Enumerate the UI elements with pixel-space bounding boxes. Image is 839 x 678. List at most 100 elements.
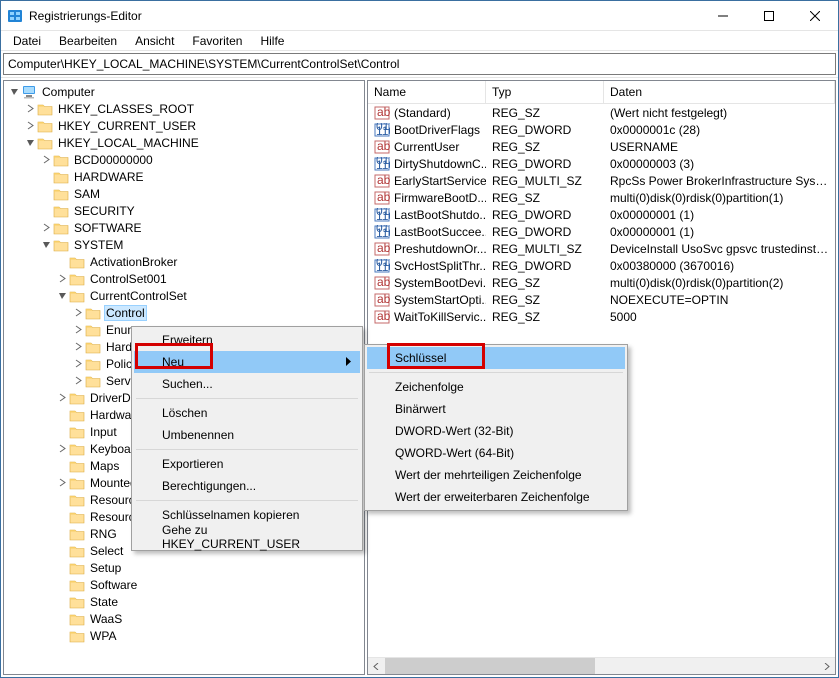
tree-item[interactable]: CurrentControlSet <box>4 287 364 304</box>
tree-item[interactable]: Software <box>4 576 364 593</box>
value-row[interactable]: 011110BootDriverFlagsREG_DWORD0x0000001c… <box>368 121 835 138</box>
ctx-new-key[interactable]: Schlüssel <box>367 347 625 369</box>
chevron-right-icon[interactable] <box>56 274 68 283</box>
scroll-thumb[interactable] <box>385 658 595 675</box>
chevron-right-icon[interactable] <box>56 444 68 453</box>
value-data: 0x00000001 (1) <box>604 208 835 222</box>
tree-item[interactable]: WaaS <box>4 610 364 627</box>
chevron-right-icon[interactable] <box>24 121 36 130</box>
menu-help[interactable]: Hilfe <box>252 32 292 50</box>
folder-icon <box>69 272 85 286</box>
ctx-new-qword[interactable]: QWORD-Wert (64-Bit) <box>367 442 625 464</box>
tree-item[interactable]: State <box>4 593 364 610</box>
col-header-type[interactable]: Typ <box>486 81 604 103</box>
value-row[interactable]: abSystemBootDevi...REG_SZmulti(0)disk(0)… <box>368 274 835 291</box>
chevron-right-icon[interactable] <box>40 155 52 164</box>
ctx-new[interactable]: Neu <box>134 351 360 373</box>
scroll-left-arrow[interactable] <box>368 658 385 675</box>
svg-text:110: 110 <box>376 260 390 273</box>
chevron-right-icon[interactable] <box>72 308 84 317</box>
minimize-button[interactable] <box>700 1 746 31</box>
tree-item[interactable]: HKEY_CLASSES_ROOT <box>4 100 364 117</box>
maximize-button[interactable] <box>746 1 792 31</box>
close-button[interactable] <box>792 1 838 31</box>
menubar: Datei Bearbeiten Ansicht Favoriten Hilfe <box>1 31 838 51</box>
value-row[interactable]: abWaitToKillServic...REG_SZ5000 <box>368 308 835 325</box>
tree-item[interactable]: SOFTWARE <box>4 219 364 236</box>
value-row[interactable]: 011110DirtyShutdownC...REG_DWORD0x000000… <box>368 155 835 172</box>
value-row[interactable]: 011110LastBootSuccee...REG_DWORD0x000000… <box>368 223 835 240</box>
ctx-permissions[interactable]: Berechtigungen... <box>134 475 360 497</box>
menu-favorites[interactable]: Favoriten <box>184 32 250 50</box>
tree-item[interactable]: ActivationBroker <box>4 253 364 270</box>
col-header-data[interactable]: Daten <box>604 81 835 103</box>
folder-icon <box>37 102 53 116</box>
tree-label: CurrentControlSet <box>88 289 189 303</box>
value-row[interactable]: abFirmwareBootD...REG_SZmulti(0)disk(0)r… <box>368 189 835 206</box>
string-value-icon: ab <box>374 276 390 290</box>
horizontal-scrollbar[interactable] <box>368 657 835 674</box>
ctx-export[interactable]: Exportieren <box>134 453 360 475</box>
menu-edit[interactable]: Bearbeiten <box>51 32 125 50</box>
tree-item[interactable]: SECURITY <box>4 202 364 219</box>
value-name: PreshutdownOr... <box>394 242 486 256</box>
tree-item[interactable]: ControlSet001 <box>4 270 364 287</box>
binary-value-icon: 011110 <box>374 225 390 239</box>
value-row[interactable]: abCurrentUserREG_SZUSERNAME <box>368 138 835 155</box>
tree-item[interactable]: SYSTEM <box>4 236 364 253</box>
ctx-new-multistring[interactable]: Wert der mehrteiligen Zeichenfolge <box>367 464 625 486</box>
ctx-new-expandstring[interactable]: Wert der erweiterbaren Zeichenfolge <box>367 486 625 508</box>
scroll-track[interactable] <box>385 658 818 675</box>
tree-item[interactable]: Control <box>4 304 364 321</box>
chevron-right-icon[interactable] <box>56 393 68 402</box>
tree-label: ActivationBroker <box>88 255 179 269</box>
value-name: LastBootShutdo... <box>394 208 486 222</box>
chevron-right-icon[interactable] <box>40 223 52 232</box>
chevron-down-icon[interactable] <box>56 291 68 300</box>
value-name: SystemBootDevi... <box>394 276 486 290</box>
folder-icon <box>69 595 85 609</box>
tree-item[interactable]: BCD00000000 <box>4 151 364 168</box>
menu-view[interactable]: Ansicht <box>127 32 182 50</box>
tree-item[interactable]: HKEY_CURRENT_USER <box>4 117 364 134</box>
tree-item[interactable]: Setup <box>4 559 364 576</box>
context-submenu-new: Schlüssel Zeichenfolge Binärwert DWORD-W… <box>364 344 628 511</box>
value-row[interactable]: abSystemStartOpti...REG_SZ NOEXECUTE=OPT… <box>368 291 835 308</box>
ctx-find[interactable]: Suchen... <box>134 373 360 395</box>
chevron-right-icon[interactable] <box>56 478 68 487</box>
ctx-expand[interactable]: Erweitern <box>134 329 360 351</box>
menu-file[interactable]: Datei <box>5 32 49 50</box>
tree-item[interactable]: HKEY_LOCAL_MACHINE <box>4 134 364 151</box>
value-row[interactable]: abPreshutdownOr...REG_MULTI_SZDeviceInst… <box>368 240 835 257</box>
chevron-down-icon[interactable] <box>24 138 36 147</box>
address-bar[interactable]: Computer\HKEY_LOCAL_MACHINE\SYSTEM\Curre… <box>3 53 836 75</box>
chevron-down-icon[interactable] <box>40 240 52 249</box>
col-header-name[interactable]: Name <box>368 81 486 103</box>
chevron-right-icon[interactable] <box>24 104 36 113</box>
binary-value-icon: 011110 <box>374 157 390 171</box>
chevron-right-icon[interactable] <box>72 376 84 385</box>
ctx-delete[interactable]: Löschen <box>134 402 360 424</box>
value-row[interactable]: ab(Standard)REG_SZ(Wert nicht festgelegt… <box>368 104 835 121</box>
chevron-right-icon[interactable] <box>72 342 84 351</box>
value-row[interactable]: 011110LastBootShutdo...REG_DWORD0x000000… <box>368 206 835 223</box>
svg-text:ab: ab <box>377 106 390 119</box>
tree-item[interactable]: WPA <box>4 627 364 644</box>
value-row[interactable]: abEarlyStartServicesREG_MULTI_SZRpcSs Po… <box>368 172 835 189</box>
tree-item[interactable]: Computer <box>4 83 364 100</box>
chevron-right-icon[interactable] <box>72 359 84 368</box>
tree-item[interactable]: HARDWARE <box>4 168 364 185</box>
folder-icon <box>37 119 53 133</box>
ctx-new-binary[interactable]: Binärwert <box>367 398 625 420</box>
folder-icon <box>69 612 85 626</box>
ctx-new-string[interactable]: Zeichenfolge <box>367 376 625 398</box>
chevron-right-icon[interactable] <box>72 325 84 334</box>
ctx-new-dword[interactable]: DWORD-Wert (32-Bit) <box>367 420 625 442</box>
scroll-right-arrow[interactable] <box>818 658 835 675</box>
value-name: FirmwareBootD... <box>394 191 486 205</box>
tree-item[interactable]: SAM <box>4 185 364 202</box>
value-row[interactable]: 011110SvcHostSplitThr...REG_DWORD0x00380… <box>368 257 835 274</box>
ctx-rename[interactable]: Umbenennen <box>134 424 360 446</box>
chevron-down-icon[interactable] <box>8 87 20 96</box>
ctx-goto-hkcu[interactable]: Gehe zu HKEY_CURRENT_USER <box>134 526 360 548</box>
